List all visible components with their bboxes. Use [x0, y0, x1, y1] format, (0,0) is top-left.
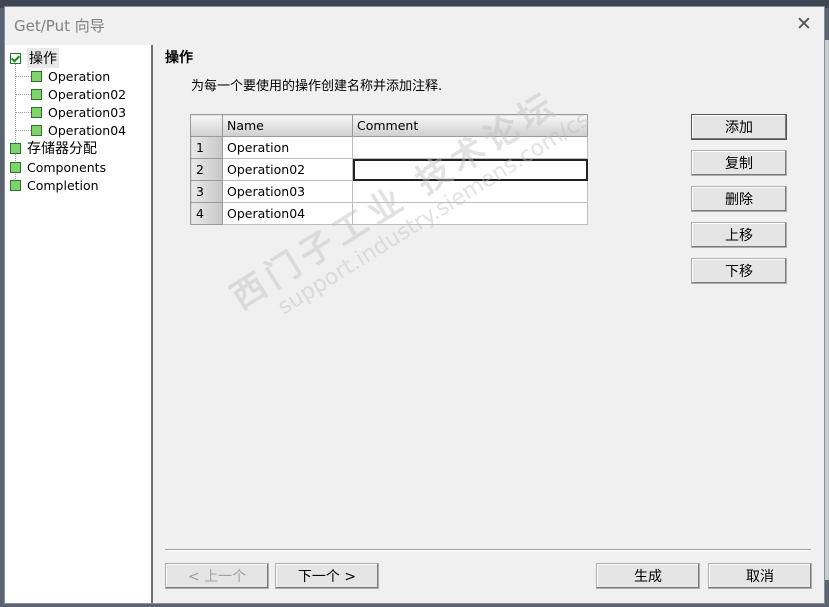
- tree-item-label: Components: [27, 159, 107, 175]
- row-number[interactable]: 4: [190, 202, 223, 225]
- tree-connector: [15, 94, 31, 95]
- name-cell[interactable]: Operation: [222, 136, 353, 159]
- column-header-comment: Comment: [352, 114, 588, 137]
- column-header-name: Name: [222, 114, 353, 137]
- wizard-step-tree: 操作 Operation Operation02 Operation03 Ope…: [5, 45, 153, 603]
- green-status-icon: [10, 161, 21, 173]
- add-button[interactable]: 添加: [691, 114, 787, 140]
- green-status-icon: [10, 142, 21, 154]
- page-title: 操作: [165, 50, 193, 66]
- footer-separator: [165, 549, 811, 551]
- row-number[interactable]: 3: [190, 180, 223, 203]
- tree-item-label: 操作: [27, 48, 59, 68]
- name-cell[interactable]: Operation04: [222, 202, 353, 225]
- table-row: 2 Operation02: [190, 158, 588, 181]
- tree-item-operation02[interactable]: Operation02: [31, 85, 126, 103]
- instruction-text: 为每一个要使用的操作创建名称并添加注释.: [191, 79, 443, 94]
- green-status-icon: [10, 179, 21, 191]
- operations-table: Name Comment 1 Operation 2 Operation02 3…: [190, 114, 588, 225]
- checked-checkbox-icon: [10, 52, 21, 64]
- row-number[interactable]: 2: [190, 158, 223, 181]
- tree-item-operation04[interactable]: Operation04: [31, 121, 126, 139]
- previous-button[interactable]: < 上一个: [165, 563, 269, 589]
- row-number-header: [190, 114, 223, 137]
- tree-item-operation03[interactable]: Operation03: [31, 103, 126, 121]
- generate-button[interactable]: 生成: [596, 563, 700, 589]
- move-up-button[interactable]: 上移: [691, 222, 787, 248]
- green-status-icon: [31, 106, 42, 118]
- green-status-icon: [31, 88, 42, 100]
- tree-item-label: 存储器分配: [27, 141, 97, 157]
- tree-item-label: Operation03: [48, 104, 127, 120]
- table-row: 1 Operation: [190, 136, 588, 159]
- row-number[interactable]: 1: [190, 136, 223, 159]
- comment-cell-selected[interactable]: [352, 158, 588, 181]
- move-down-button[interactable]: 下移: [691, 258, 787, 284]
- delete-button[interactable]: 删除: [691, 186, 787, 212]
- tree-item-components[interactable]: Components: [10, 158, 106, 176]
- tree-item-label: Operation: [48, 68, 111, 84]
- tree-item-operation[interactable]: Operation: [31, 67, 110, 85]
- tree-item-label: Completion: [27, 177, 99, 193]
- tree-connector: [15, 130, 31, 131]
- green-status-icon: [31, 70, 42, 82]
- tree-item-operations[interactable]: 操作: [10, 48, 59, 68]
- dialog-title: Get/Put 向导: [14, 17, 105, 35]
- title-bar: Get/Put 向导 ✕: [5, 7, 824, 43]
- comment-cell[interactable]: [352, 202, 588, 225]
- name-cell[interactable]: Operation03: [222, 180, 353, 203]
- tree-item-label: Operation02: [48, 86, 127, 102]
- next-button[interactable]: 下一个 >: [275, 563, 379, 589]
- tree-connector: [15, 76, 31, 77]
- cancel-button[interactable]: 取消: [708, 563, 812, 589]
- copy-button[interactable]: 复制: [691, 150, 787, 176]
- table-row: 3 Operation03: [190, 180, 588, 203]
- tree-item-completion[interactable]: Completion: [10, 176, 99, 194]
- tree-connector: [15, 112, 31, 113]
- tree-item-memory-allocation[interactable]: 存储器分配: [10, 139, 97, 157]
- table-row: 4 Operation04: [190, 202, 588, 225]
- green-status-icon: [31, 124, 42, 136]
- get-put-wizard-dialog: Get/Put 向导 ✕ 操作 Operation Operation02 Op…: [4, 6, 825, 604]
- comment-cell[interactable]: [352, 180, 588, 203]
- table-header-row: Name Comment: [190, 114, 588, 137]
- tree-item-label: Operation04: [48, 122, 127, 138]
- name-cell[interactable]: Operation02: [222, 158, 353, 181]
- close-icon[interactable]: ✕: [794, 14, 814, 34]
- comment-cell[interactable]: [352, 136, 588, 159]
